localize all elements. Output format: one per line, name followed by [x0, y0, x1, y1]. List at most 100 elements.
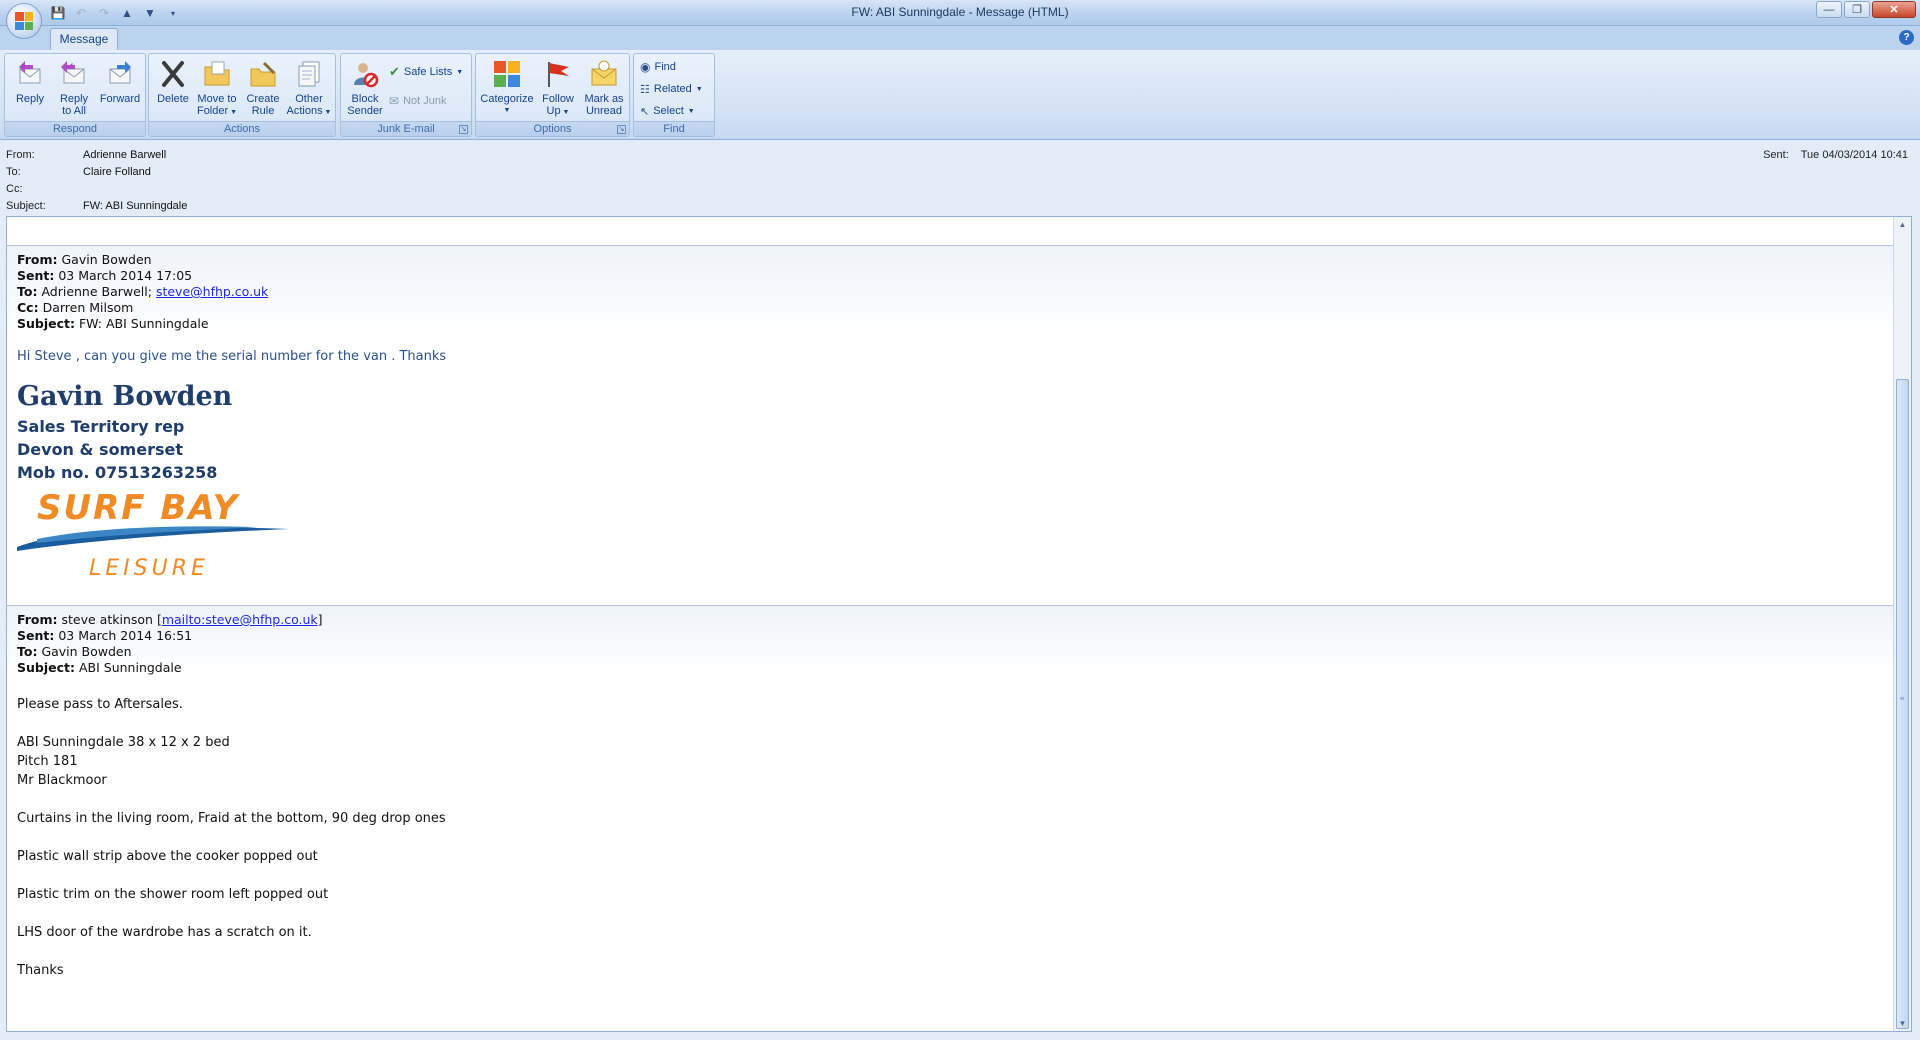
- related-button[interactable]: ☷ Related ▼: [640, 79, 703, 99]
- email-link[interactable]: steve@hfhp.co.uk: [156, 284, 268, 299]
- group-label-find: Find: [634, 121, 714, 136]
- scroll-down-icon[interactable]: ▼: [1895, 1016, 1910, 1031]
- group-find: ◉ Find ☷ Related ▼ ↖ Select ▼ Find: [633, 53, 715, 137]
- dropdown-arrow-icon: ▼: [560, 109, 570, 116]
- next-item-icon[interactable]: ▼: [140, 4, 160, 22]
- quick-access-toolbar: 💾 ↶ ↷ ▲ ▼ ▾: [48, 4, 183, 22]
- minimize-icon[interactable]: —: [1816, 1, 1842, 18]
- dropdown-arrow-icon: ▼: [228, 109, 238, 116]
- signature-name: Gavin Bowden: [17, 381, 233, 412]
- header-from: From: Adrienne Barwell: [6, 149, 166, 165]
- signature-area: Devon & somerset: [17, 440, 183, 459]
- body-line: Plastic wall strip above the cooker popp…: [17, 849, 318, 864]
- move-to-folder-button[interactable]: Move to Folder ▼: [193, 56, 241, 120]
- forwarded-header-1: From: Gavin Bowden Sent: 03 March 2014 1…: [7, 245, 1893, 353]
- block-sender-icon: [349, 58, 381, 90]
- dropdown-arrow-icon: ▼: [456, 68, 464, 76]
- restore-icon[interactable]: ❐: [1844, 1, 1870, 18]
- ribbon: Reply Reply to All Forward Respond Delet…: [0, 50, 1920, 140]
- message-header: From: Adrienne Barwell To: Claire Follan…: [0, 140, 1920, 216]
- recipient-name[interactable]: Claire Folland: [83, 166, 151, 182]
- scroll-up-icon[interactable]: ▲: [1895, 217, 1910, 232]
- customize-icon[interactable]: ▾: [163, 4, 183, 22]
- find-button[interactable]: ◉ Find: [640, 57, 676, 77]
- body-line: Curtains in the living room, Fraid at th…: [17, 811, 446, 826]
- office-button[interactable]: [6, 3, 42, 39]
- ribbon-tabs: Message ?: [0, 26, 1920, 50]
- forwarded-header-2: From: steve atkinson [mailto:steve@hfhp.…: [7, 605, 1893, 685]
- body-line: Mr Blackmoor: [17, 773, 107, 788]
- message1-body: Hi Steve , can you give me the serial nu…: [17, 349, 447, 364]
- binoculars-icon: ◉: [640, 60, 651, 74]
- office-logo-icon: [15, 12, 33, 30]
- delete-button[interactable]: Delete: [151, 56, 195, 120]
- dropdown-arrow-icon: ▼: [503, 107, 511, 114]
- block-sender-button[interactable]: Block Sender: [343, 56, 387, 120]
- header-to: To: Claire Folland: [6, 166, 151, 182]
- forward-icon: [104, 58, 136, 90]
- body-line: Please pass to Aftersales.: [17, 697, 183, 712]
- redo-icon[interactable]: ↷: [94, 4, 114, 22]
- signature-role: Sales Territory rep: [17, 417, 185, 436]
- follow-up-button[interactable]: Follow Up ▼: [536, 56, 580, 120]
- unread-envelope-icon: [588, 58, 620, 90]
- sender-name[interactable]: Adrienne Barwell: [83, 149, 166, 165]
- not-junk-button[interactable]: ✉ Not Junk: [389, 91, 446, 111]
- svg-text:LEISURE: LEISURE: [89, 556, 209, 579]
- group-respond: Reply Reply to All Forward Respond: [4, 53, 146, 137]
- dropdown-arrow-icon: ▼: [687, 107, 695, 115]
- surf-bay-logo: SURF BAY LEISURE: [17, 488, 289, 581]
- reply-button[interactable]: Reply: [8, 56, 52, 120]
- group-actions: Delete Move to Folder ▼ Create Rule Othe…: [148, 53, 336, 137]
- close-icon[interactable]: ✕: [1872, 1, 1916, 18]
- window-controls: — ❐ ✕: [1816, 1, 1916, 18]
- other-actions-button[interactable]: Other Actions ▼: [285, 56, 333, 120]
- dialog-launcher-icon[interactable]: ↘: [617, 125, 626, 134]
- group-label-respond: Respond: [5, 121, 145, 136]
- reply-all-button[interactable]: Reply to All: [52, 56, 96, 120]
- dropdown-arrow-icon: ▼: [322, 109, 332, 116]
- subject-value: FW: ABI Sunningdale: [83, 200, 188, 212]
- sent-date: Tue 04/03/2014 10:41: [1800, 149, 1908, 161]
- mailto-link[interactable]: mailto:steve@hfhp.co.uk: [162, 612, 318, 627]
- previous-item-icon[interactable]: ▲: [117, 4, 137, 22]
- svg-text:SURF BAY: SURF BAY: [37, 489, 241, 528]
- body-line: Pitch 181: [17, 754, 78, 769]
- categorize-icon: [491, 58, 523, 90]
- group-label-actions: Actions: [149, 121, 335, 136]
- window-title: FW: ABI Sunningdale - Message (HTML): [851, 5, 1069, 19]
- scrollbar-thumb[interactable]: ≡: [1896, 379, 1909, 1029]
- group-label-junk: Junk E-mail: [341, 121, 471, 136]
- folder-icon: [201, 58, 233, 90]
- select-cursor-icon: ↖: [640, 105, 650, 118]
- dropdown-arrow-icon: ▼: [695, 85, 703, 93]
- grip-icon: ≡: [1900, 696, 1905, 703]
- safe-lists-button[interactable]: ✔ Safe Lists ▼: [389, 62, 463, 82]
- save-icon[interactable]: 💾: [48, 4, 68, 22]
- group-junk-email: Block Sender ✔ Safe Lists ▼ ✉ Not Junk J…: [340, 53, 472, 137]
- header-sent: Sent: Tue 04/03/2014 10:41: [1763, 149, 1908, 161]
- group-options: Categorize ▼ Follow Up ▼ Mark as Unread …: [475, 53, 630, 137]
- dialog-launcher-icon[interactable]: ↘: [459, 125, 468, 134]
- forward-button[interactable]: Forward: [97, 56, 143, 120]
- mark-as-unread-button[interactable]: Mark as Unread: [580, 56, 628, 120]
- body-line: ABI Sunningdale 38 x 12 x 2 bed: [17, 735, 230, 750]
- categorize-button[interactable]: Categorize ▼: [478, 56, 536, 120]
- delete-icon: [157, 58, 189, 90]
- header-subject: Subject: FW: ABI Sunningdale: [6, 200, 187, 216]
- other-actions-icon: [293, 58, 325, 90]
- message-body[interactable]: From: Gavin Bowden Sent: 03 March 2014 1…: [6, 216, 1912, 1032]
- header-cc: Cc:: [6, 183, 23, 195]
- tab-message[interactable]: Message: [50, 28, 118, 50]
- select-button[interactable]: ↖ Select ▼: [640, 101, 695, 121]
- vertical-scrollbar[interactable]: ▲ ≡ ▼: [1893, 217, 1911, 1031]
- reply-all-icon: [58, 58, 90, 90]
- title-bar: FW: ABI Sunningdale - Message (HTML) 💾 ↶…: [0, 0, 1920, 26]
- message-content: From: Gavin Bowden Sent: 03 March 2014 1…: [7, 217, 1893, 1031]
- create-rule-button[interactable]: Create Rule: [241, 56, 285, 120]
- flag-icon: [542, 58, 574, 90]
- help-icon[interactable]: ?: [1899, 30, 1914, 45]
- safe-lists-icon: ✔: [389, 64, 400, 79]
- not-junk-icon: ✉: [389, 94, 400, 108]
- undo-icon[interactable]: ↶: [71, 4, 91, 22]
